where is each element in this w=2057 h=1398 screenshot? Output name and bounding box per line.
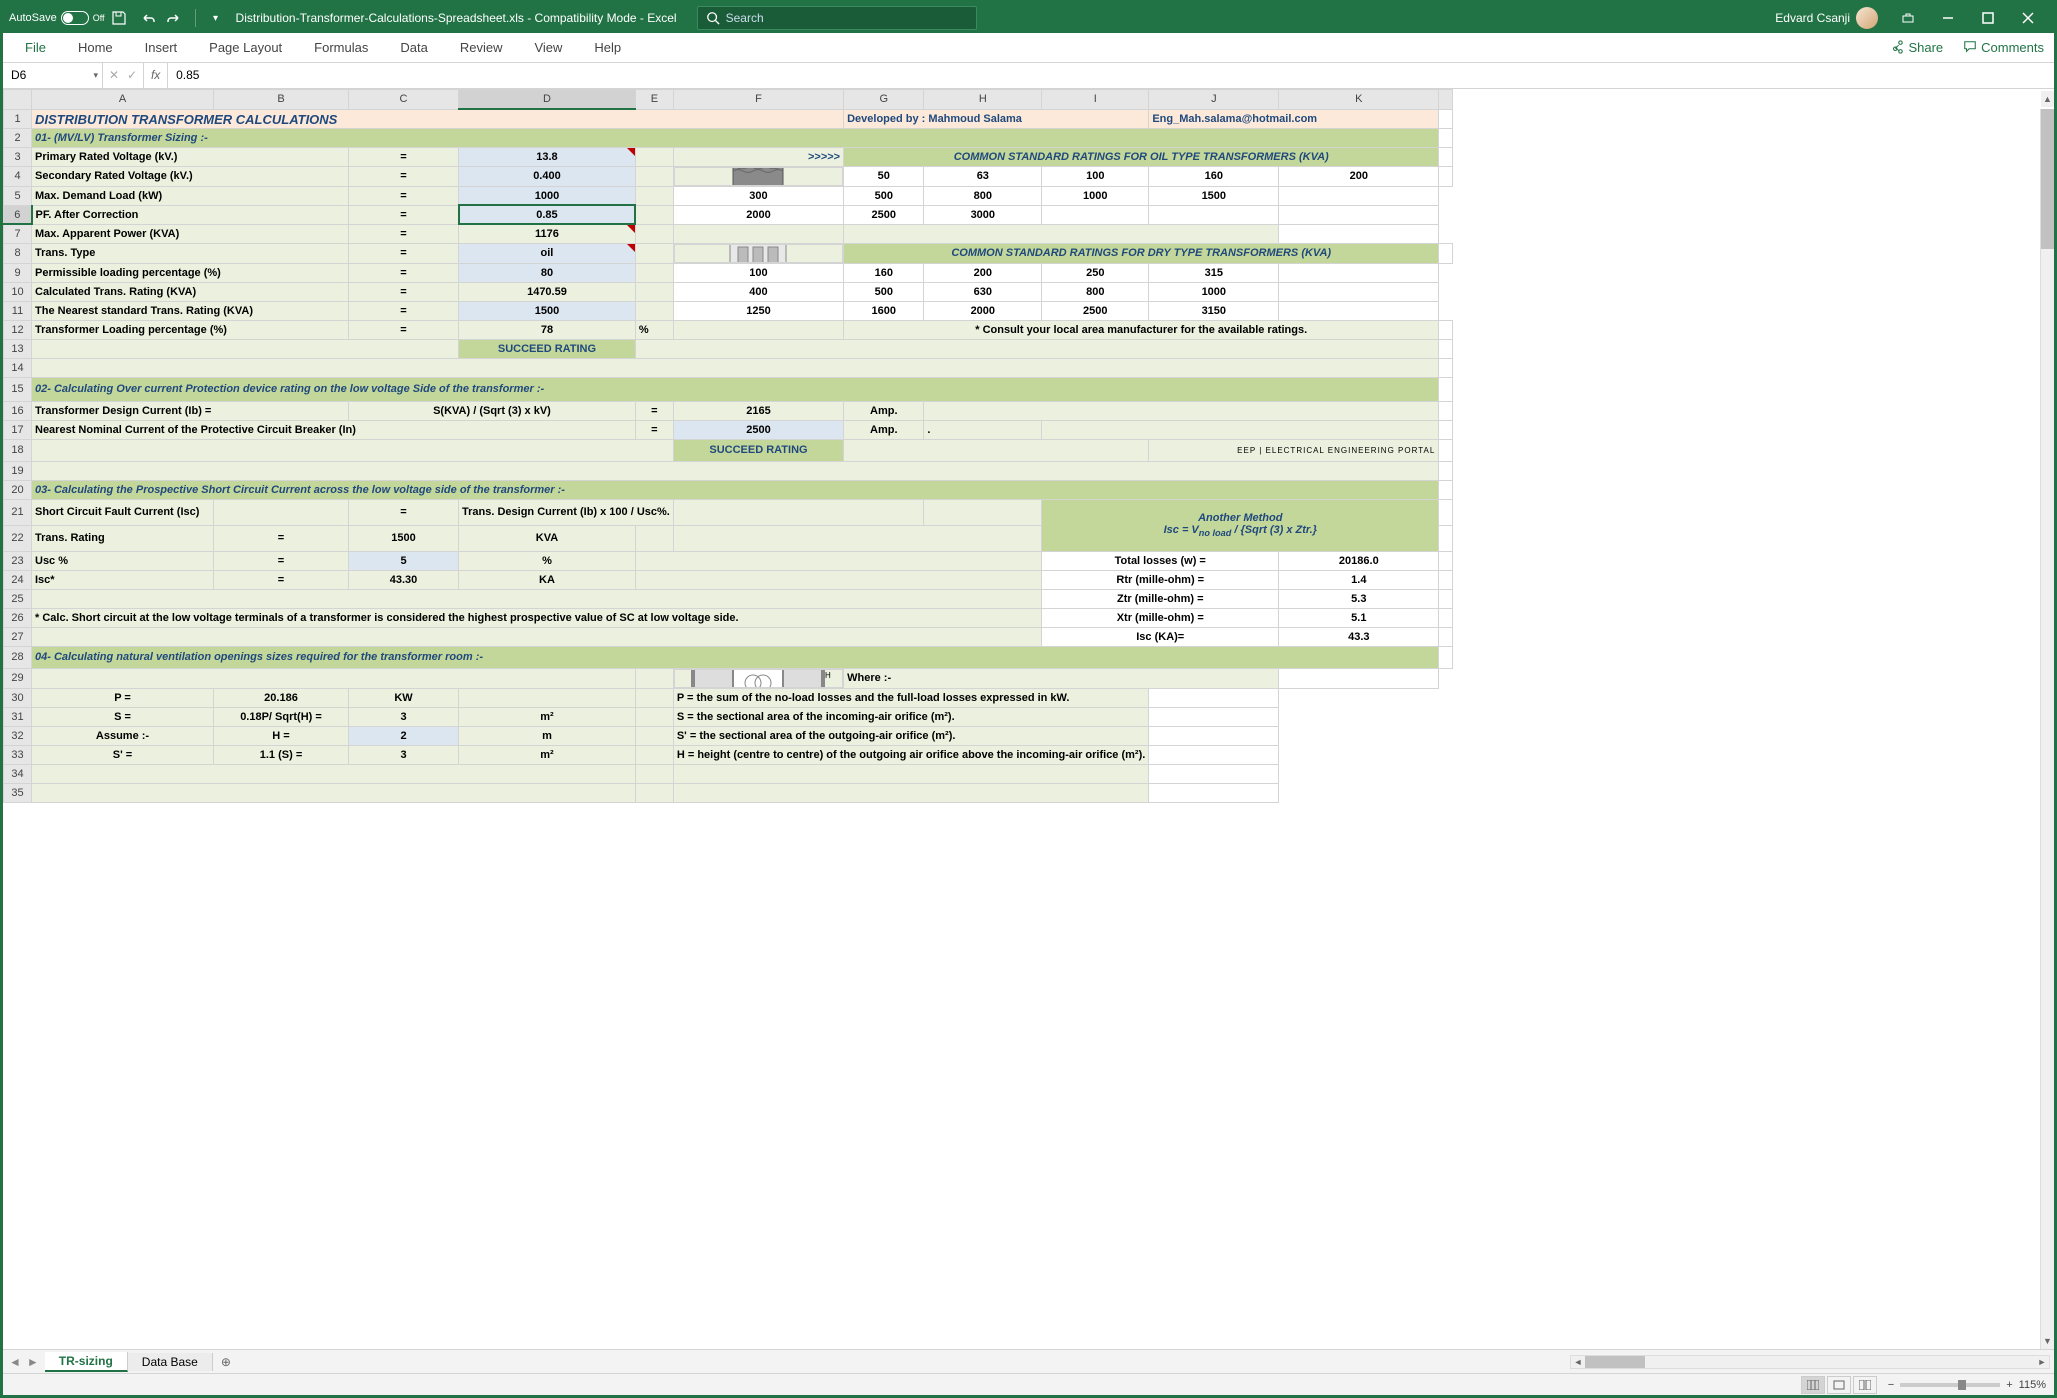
add-sheet-button[interactable]: ⊕	[213, 1355, 239, 1369]
active-cell[interactable]: 0.85	[459, 205, 636, 224]
avatar-icon	[1856, 7, 1878, 29]
col-A[interactable]: A	[32, 89, 214, 109]
sheet-tabs: ◄ ► TR-sizing Data Base ⊕ ◄ ►	[3, 1349, 2054, 1373]
ventilation-diagram: 200 mmmini. S' H S	[683, 669, 833, 688]
ribbon-options-icon[interactable]	[1888, 3, 1928, 33]
scroll-down-icon[interactable]: ▼	[2041, 1333, 2054, 1349]
tab-review[interactable]: Review	[444, 33, 519, 62]
window-title: Distribution-Transformer-Calculations-Sp…	[236, 11, 677, 25]
sheet-tab-tr-sizing[interactable]: TR-sizing	[45, 1352, 128, 1372]
scroll-thumb[interactable]	[2041, 109, 2054, 249]
col-E[interactable]: E	[635, 89, 673, 109]
zoom-level[interactable]: 115%	[2019, 1379, 2046, 1391]
tab-help[interactable]: Help	[578, 33, 637, 62]
tab-view[interactable]: View	[518, 33, 578, 62]
sheet-tab-data-base[interactable]: Data Base	[128, 1353, 213, 1371]
vertical-scrollbar[interactable]: ▲ ▼	[2040, 109, 2054, 1349]
scroll-up-icon[interactable]: ▲	[2041, 91, 2054, 107]
formula-bar: D6▾ ✕ ✓ fx 0.85	[3, 63, 2054, 89]
search-box[interactable]: Search	[697, 6, 977, 30]
col-K[interactable]: K	[1279, 89, 1439, 109]
hscroll-thumb[interactable]	[1585, 1356, 1645, 1368]
qat-dropdown-icon[interactable]: ▾	[208, 10, 224, 26]
tab-formulas[interactable]: Formulas	[298, 33, 384, 62]
maximize-button[interactable]	[1968, 3, 2008, 33]
zoom-in-button[interactable]: +	[2006, 1379, 2012, 1391]
zoom-slider[interactable]	[1900, 1383, 2000, 1387]
col-F[interactable]: F	[673, 89, 843, 109]
enter-icon[interactable]: ✓	[127, 68, 137, 82]
col-B[interactable]: B	[214, 89, 349, 109]
sheet-nav-next-icon[interactable]: ►	[27, 1355, 39, 1369]
save-icon[interactable]	[111, 10, 127, 26]
chevron-down-icon[interactable]: ▾	[93, 70, 98, 81]
oil-transformer-icon	[718, 167, 798, 186]
status-bar: − + 115%	[3, 1373, 2054, 1395]
share-button[interactable]: Share	[1880, 40, 1953, 55]
horizontal-scrollbar[interactable]: ◄ ►	[1570, 1355, 2050, 1369]
fx-button[interactable]: fx	[144, 63, 168, 88]
name-box[interactable]: D6▾	[3, 63, 103, 88]
page-layout-view-button[interactable]	[1827, 1376, 1851, 1394]
scroll-right-icon[interactable]: ►	[2035, 1356, 2049, 1368]
page-break-view-button[interactable]	[1853, 1376, 1877, 1394]
zoom-out-button[interactable]: −	[1888, 1379, 1894, 1391]
cancel-icon[interactable]: ✕	[109, 68, 119, 82]
cell[interactable]: DISTRIBUTION TRANSFORMER CALCULATIONS	[32, 109, 844, 128]
col-C[interactable]: C	[349, 89, 459, 109]
tab-home[interactable]: Home	[62, 33, 129, 62]
minimize-button[interactable]	[1928, 3, 1968, 33]
col-H[interactable]: H	[924, 89, 1042, 109]
comments-button[interactable]: Comments	[1953, 40, 2054, 55]
title-bar: AutoSave Off ▾ Distribution-Transformer-…	[3, 3, 2054, 33]
col-I[interactable]: I	[1042, 89, 1149, 109]
undo-icon[interactable]	[139, 10, 155, 26]
search-icon	[706, 11, 720, 25]
row-1[interactable]: 1	[4, 109, 32, 128]
tab-file[interactable]: File	[9, 33, 62, 62]
dry-transformer-icon	[718, 244, 798, 263]
eep-logo: EEP | ELECTRICAL ENGINEERING PORTAL	[1149, 439, 1439, 461]
tab-data[interactable]: Data	[384, 33, 443, 62]
spreadsheet-grid[interactable]: A B C D E F G H I J K 1 DISTRIBUTION TRA…	[3, 89, 2054, 1349]
formula-input[interactable]: 0.85	[168, 63, 2054, 88]
col-G[interactable]: G	[844, 89, 924, 109]
tab-page-layout[interactable]: Page Layout	[193, 33, 298, 62]
select-all-corner[interactable]	[4, 89, 32, 109]
cell[interactable]: Eng_Mah.salama@hotmail.com	[1149, 109, 1439, 128]
autosave-toggle[interactable]: AutoSave Off	[9, 11, 105, 25]
ribbon: File Home Insert Page Layout Formulas Da…	[3, 33, 2054, 63]
user-account[interactable]: Edvard Csanji	[1775, 7, 1878, 29]
scroll-left-icon[interactable]: ◄	[1571, 1356, 1585, 1368]
close-button[interactable]	[2008, 3, 2048, 33]
normal-view-button[interactable]	[1801, 1376, 1825, 1394]
sheet-nav-prev-icon[interactable]: ◄	[9, 1355, 21, 1369]
cell[interactable]: 01- (MV/LV) Transformer Sizing :-	[32, 128, 1439, 147]
col-D[interactable]: D	[459, 89, 636, 109]
svg-text:H: H	[825, 671, 831, 680]
redo-icon[interactable]	[167, 10, 183, 26]
cell[interactable]: Developed by : Mahmoud Salama	[844, 109, 1149, 128]
tab-insert[interactable]: Insert	[129, 33, 194, 62]
col-J[interactable]: J	[1149, 89, 1279, 109]
